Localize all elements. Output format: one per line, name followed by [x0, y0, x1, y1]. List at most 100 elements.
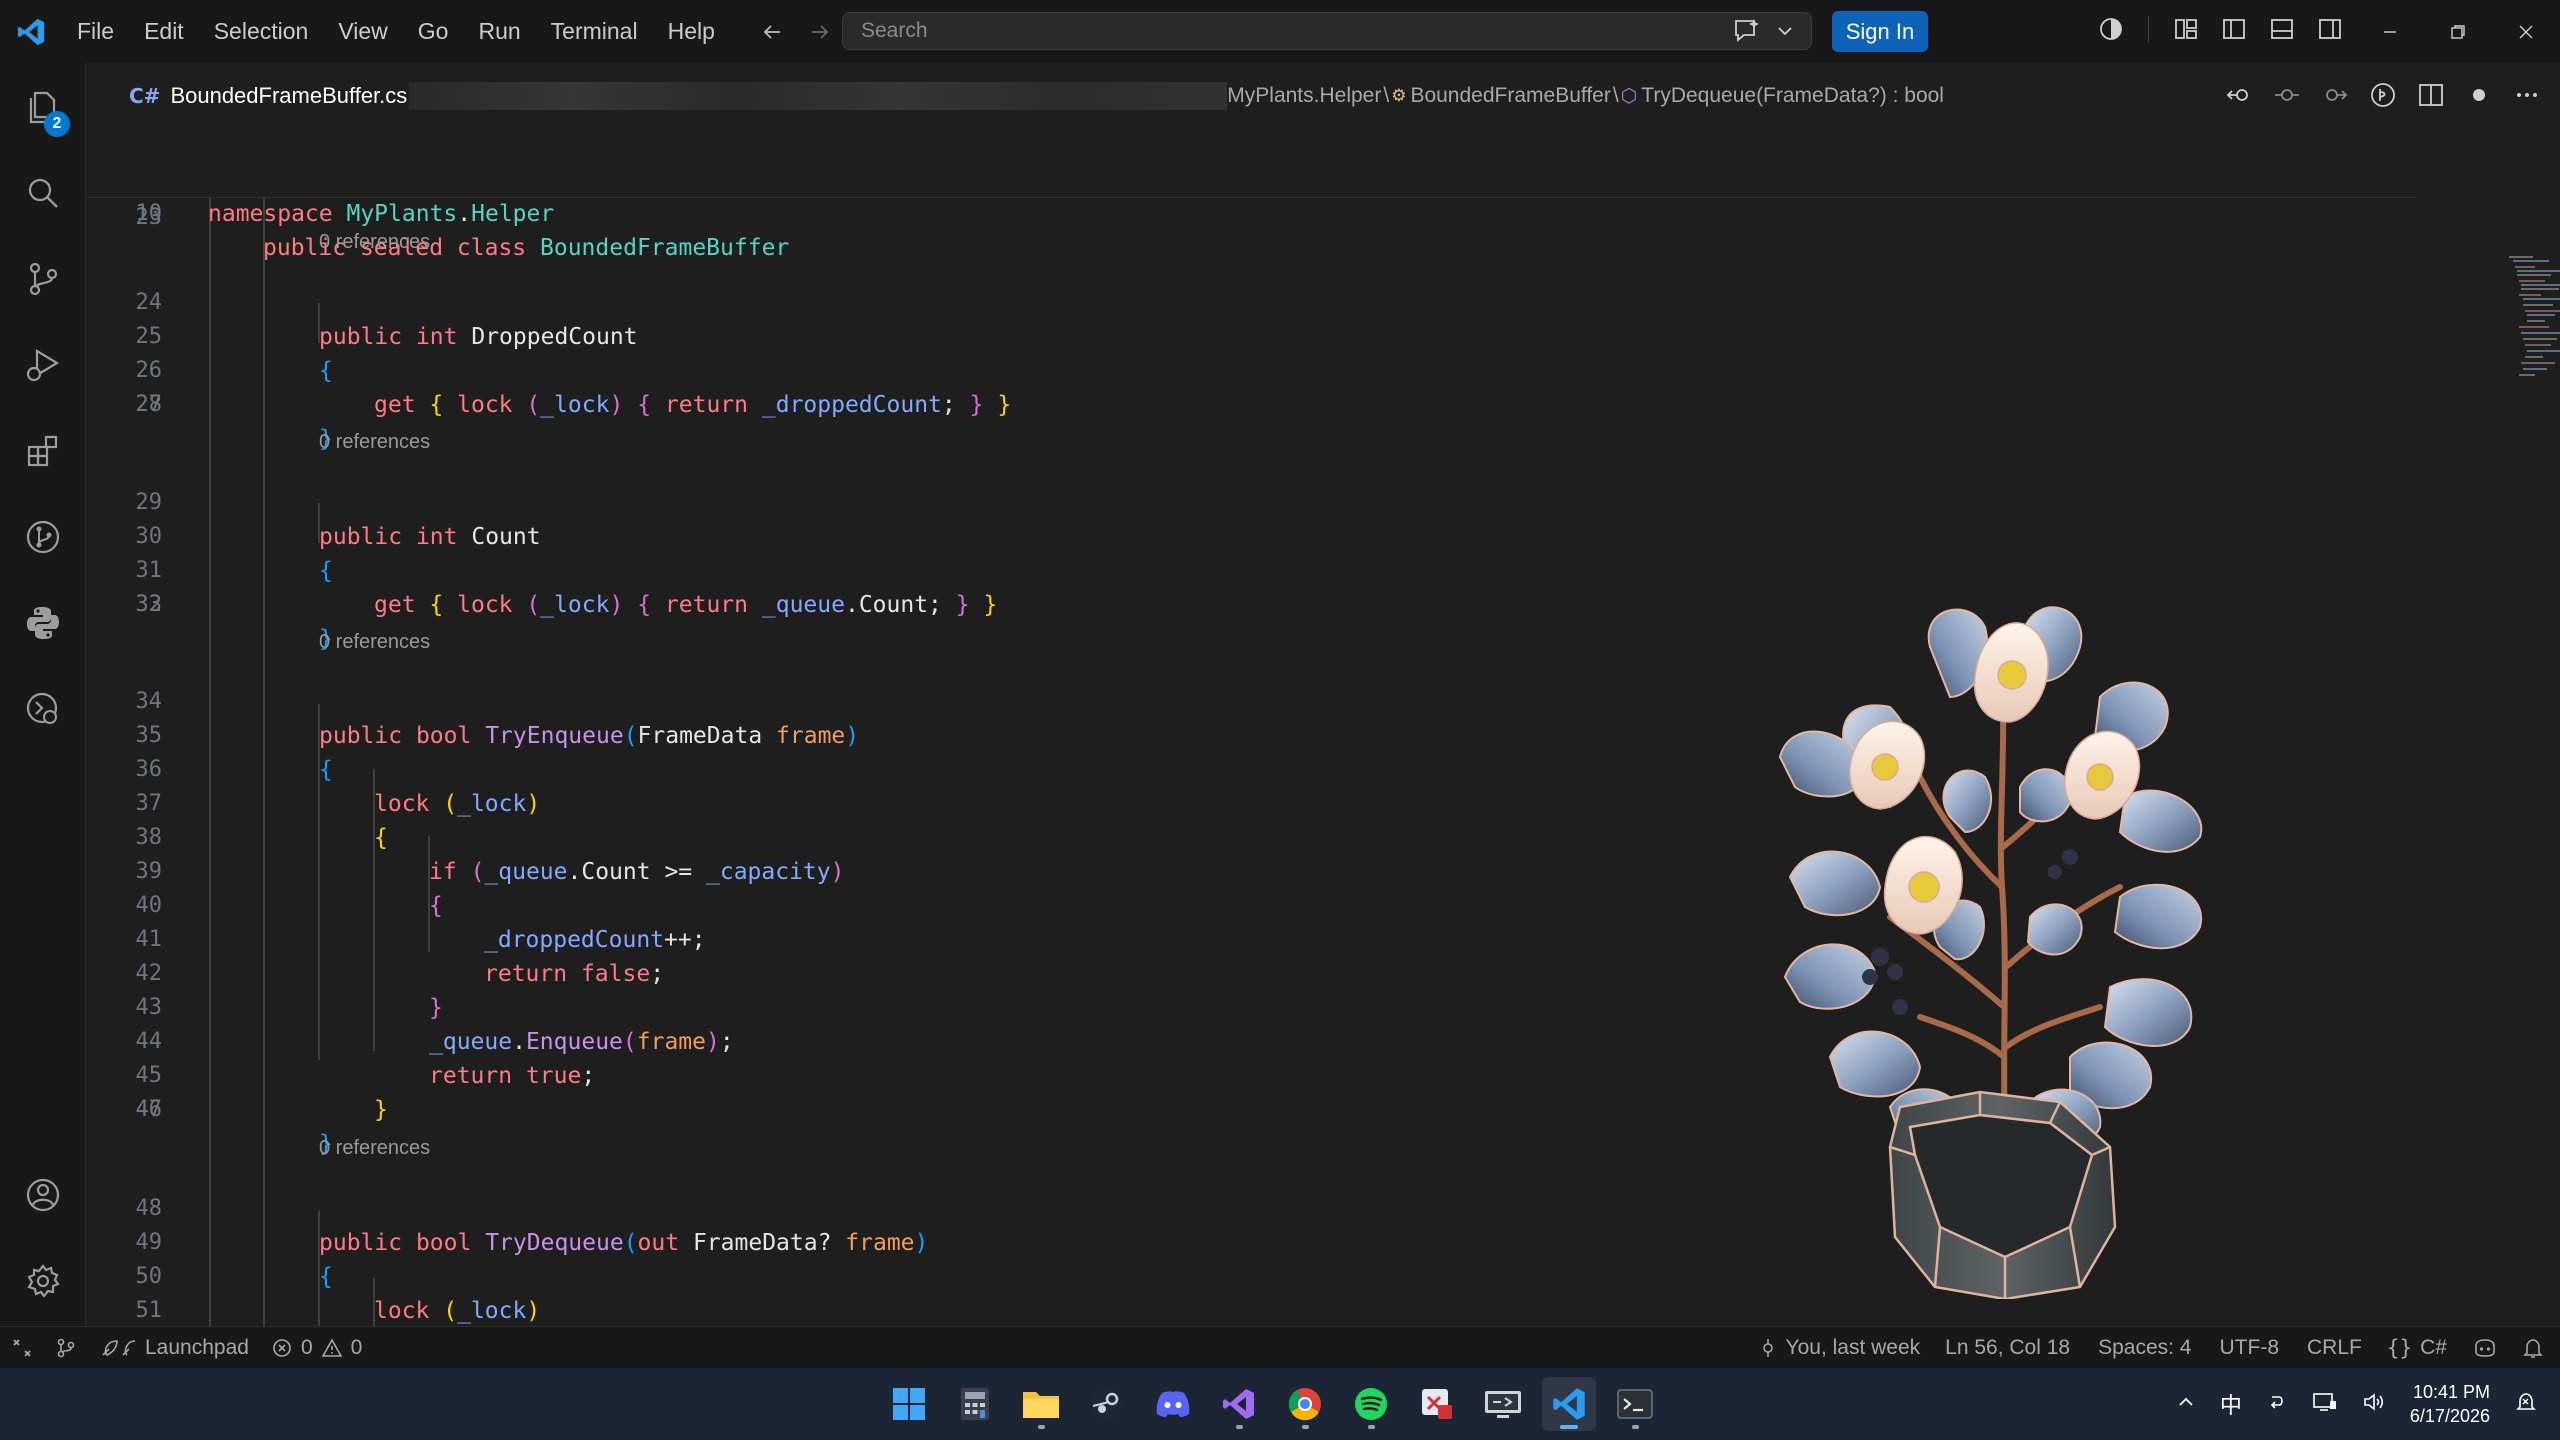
chrome-icon[interactable] — [1278, 1377, 1332, 1431]
ime-indicator[interactable]: 中 — [2220, 1388, 2242, 1420]
branch-icon[interactable] — [44, 1327, 88, 1369]
notification-center-icon[interactable] — [2514, 1390, 2538, 1419]
breadcrumb-method[interactable]: TryDequeue(FrameData?) : bool — [1641, 84, 1944, 108]
customize-layout-icon[interactable] — [2171, 14, 2201, 44]
calculator-icon[interactable] — [948, 1377, 1002, 1431]
explorer-icon[interactable]: 2 — [0, 67, 86, 147]
end-of-line[interactable]: CRLF — [2293, 1327, 2376, 1369]
code-line: 48 public bool TryDequeue(out FrameData?… — [135, 1196, 929, 1256]
remote-desktop-icon[interactable] — [1476, 1377, 1530, 1431]
indentation[interactable]: Spaces: 4 — [2084, 1327, 2205, 1369]
notifications-bell-icon[interactable] — [2512, 1327, 2560, 1369]
menu-go[interactable]: Go — [403, 0, 464, 63]
code-line: 45 } — [135, 1063, 388, 1123]
more-actions-icon[interactable] — [2512, 80, 2542, 110]
file-explorer-icon[interactable] — [1014, 1377, 1068, 1431]
go-back-change-icon[interactable] — [2224, 80, 2254, 110]
sign-in-button[interactable]: Sign In — [1832, 11, 1928, 52]
windows-taskbar: 中 10:41 PM 6/17/2026 — [0, 1368, 2560, 1440]
chevron-up-icon[interactable] — [2176, 1392, 2196, 1417]
codelens-references[interactable]: 0 references — [319, 227, 430, 257]
minimap[interactable] — [2505, 251, 2560, 391]
launchpad-item[interactable]: Launchpad — [88, 1327, 260, 1369]
remote-indicator[interactable] — [0, 1327, 44, 1369]
menu-bar: File Edit Selection View Go Run Terminal… — [62, 0, 730, 63]
visual-studio-icon[interactable] — [1212, 1377, 1266, 1431]
run-and-debug-icon[interactable] — [0, 325, 86, 405]
toggle-primary-sidebar-icon[interactable] — [2219, 14, 2249, 44]
encoding[interactable]: UTF-8 — [2206, 1327, 2294, 1369]
menu-edit[interactable]: Edit — [129, 0, 199, 63]
gear-icon[interactable] — [0, 1241, 86, 1321]
toggle-secondary-sidebar-icon[interactable] — [2315, 14, 2345, 44]
remote-explorer-icon[interactable] — [0, 669, 86, 749]
open-changes-icon[interactable] — [2368, 80, 2398, 110]
breadcrumb-namespace[interactable]: MyPlants.Helper — [1227, 84, 1381, 108]
code-line: 29 public int Count — [135, 490, 541, 550]
go-forward-change-icon[interactable] — [2320, 80, 2350, 110]
extensions-icon[interactable] — [0, 411, 86, 491]
editor-tab-row: C# BoundedFrameBuffer.cs MyPlants.Helper… — [87, 63, 2560, 129]
menu-help[interactable]: Help — [653, 0, 730, 63]
language-mode[interactable]: {} C# — [2376, 1327, 2458, 1369]
accounts-icon[interactable] — [0, 1155, 86, 1235]
vscode-taskbar-icon[interactable] — [1542, 1377, 1596, 1431]
forward-arrow-icon[interactable] — [806, 18, 834, 46]
sticky-scroll-line[interactable]: 4 namespace MyPlants.Helper — [87, 129, 2417, 227]
back-arrow-icon[interactable] — [758, 18, 786, 46]
network-icon[interactable] — [2312, 1391, 2338, 1418]
git-graph-icon[interactable] — [0, 497, 86, 577]
command-center-search[interactable]: Search — [842, 12, 1812, 50]
problems-indicator[interactable]: 0 0 — [260, 1327, 373, 1369]
braces-icon: {} — [2386, 1336, 2413, 1360]
code-line: 40 _droppedCount++; — [135, 893, 706, 953]
code-line: 41 return false; — [135, 927, 665, 987]
python-icon[interactable] — [0, 583, 86, 663]
tab-filename[interactable]: BoundedFrameBuffer.cs — [170, 83, 407, 109]
breadcrumb-class[interactable]: BoundedFrameBuffer — [1410, 84, 1610, 108]
cursor-position[interactable]: Ln 56, Col 18 — [1931, 1327, 2084, 1369]
codelens-references[interactable]: 0 references — [319, 1133, 430, 1163]
ime-mode-icon[interactable] — [2266, 1391, 2288, 1418]
code-line: 34 public bool TryEnqueue(FrameData fram… — [135, 689, 860, 749]
explorer-badge: 2 — [44, 111, 70, 137]
error-count: 0 — [300, 1335, 313, 1359]
volume-icon[interactable] — [2362, 1391, 2386, 1418]
split-editor-icon[interactable] — [2416, 80, 2446, 110]
code-line: 36 lock (_lock) — [135, 757, 541, 817]
title-bar: File Edit Selection View Go Run Terminal… — [0, 0, 2560, 63]
menu-run[interactable]: Run — [463, 0, 535, 63]
code-line: 30 { — [135, 524, 333, 584]
search-icon[interactable] — [0, 153, 86, 233]
steam-icon[interactable] — [1080, 1377, 1134, 1431]
git-blame[interactable]: You, last week — [1747, 1327, 1932, 1369]
codelens-references[interactable]: 0 references — [319, 427, 430, 457]
code-line: 43 _queue.Enqueue(frame); — [135, 995, 734, 1055]
timeline-commit-icon[interactable] — [2272, 80, 2302, 110]
menu-view[interactable]: View — [323, 0, 402, 63]
copilot-chat-icon[interactable] — [1732, 17, 1762, 50]
minimize-button[interactable] — [2356, 0, 2424, 63]
menu-terminal[interactable]: Terminal — [536, 0, 653, 63]
system-clock[interactable]: 10:41 PM 6/17/2026 — [2410, 1380, 2490, 1428]
source-control-icon[interactable] — [0, 239, 86, 319]
menu-file[interactable]: File — [62, 0, 129, 63]
restore-button[interactable] — [2424, 0, 2492, 63]
copilot-status-icon[interactable] — [2458, 1327, 2512, 1369]
code-editor[interactable]: 4 namespace MyPlants.Helper 10 public se… — [87, 129, 2560, 1327]
spotify-icon[interactable] — [1344, 1377, 1398, 1431]
discord-icon[interactable] — [1146, 1377, 1200, 1431]
menu-selection[interactable]: Selection — [199, 0, 324, 63]
sticky-scroll-line[interactable]: 10 public sealed class BoundedFrameBuffe… — [87, 163, 2417, 261]
windows-start-icon[interactable] — [882, 1377, 936, 1431]
codelens-references[interactable]: 0 references — [319, 627, 430, 657]
redacted-path — [409, 82, 1228, 110]
unsaved-dot-icon[interactable] — [2464, 80, 2494, 110]
terminal-icon[interactable] — [1608, 1377, 1662, 1431]
toggle-panel-icon[interactable] — [2267, 14, 2297, 44]
chevron-down-icon[interactable] — [1776, 22, 1794, 45]
theme-toggle-icon[interactable] — [2096, 14, 2126, 44]
close-button[interactable] — [2492, 0, 2560, 63]
code-line: 44 return true; — [135, 1029, 596, 1089]
snipping-tool-icon[interactable] — [1410, 1377, 1464, 1431]
